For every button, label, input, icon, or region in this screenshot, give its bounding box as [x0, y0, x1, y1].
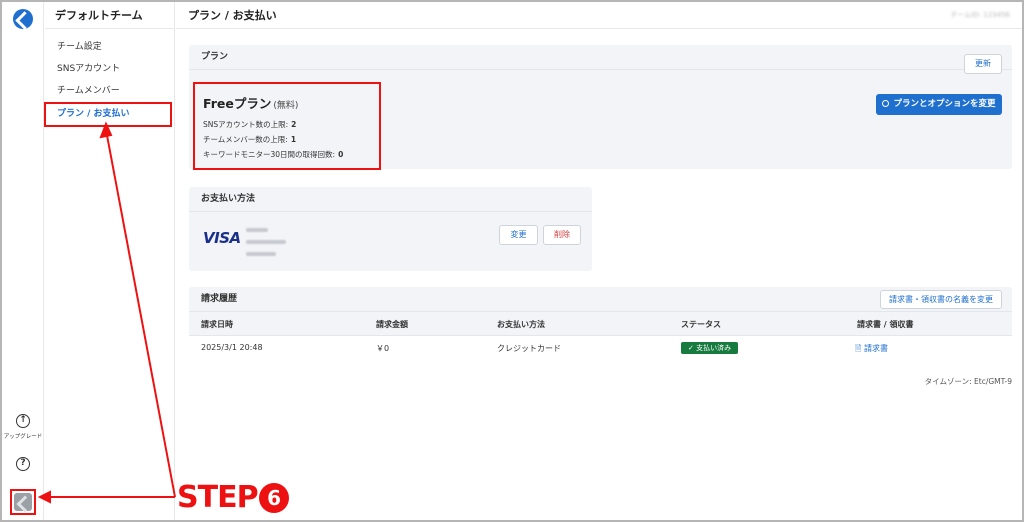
- row-amount: ￥0: [376, 344, 390, 353]
- plan-limit-sns: SNSアカウント数の上限: 2: [203, 120, 297, 129]
- check-icon: ✓: [688, 344, 697, 352]
- app-logo-icon[interactable]: [13, 9, 33, 29]
- row-date: 2025/3/1 20:48: [201, 343, 263, 352]
- billing-history-card: 請求履歴 請求書・領収書の名義を変更 請求日時 請求金額 お支払い方法 ステータ…: [189, 287, 1012, 359]
- change-plan-label: プランとオプションを変更: [893, 99, 996, 109]
- team-name: デフォルトチーム: [45, 2, 174, 29]
- document-icon: 🗎: [855, 344, 862, 353]
- sidebar-item-team-members[interactable]: チームメンバー: [45, 80, 174, 102]
- upgrade-button[interactable]: ↑ アップグレード: [2, 414, 44, 440]
- step-text: STEP: [177, 480, 259, 515]
- plan-summary-highlight: Freeプラン (無料) SNSアカウント数の上限: 2 チームメンバー数の上限: 1…: [193, 82, 381, 170]
- step-annotation: STEP 6: [177, 480, 289, 515]
- payment-method-card: お支払い方法 VISA 変更 削除: [189, 187, 592, 271]
- sidebar-item-plan-payment[interactable]: プラン / お支払い: [44, 102, 172, 127]
- column-header-method: お支払い方法: [497, 320, 545, 329]
- plan-limit-keyword: キーワードモニター30日間の取得回数: 0: [203, 150, 344, 159]
- arrow-circle-icon: [882, 100, 890, 107]
- table-row: 2025/3/1 20:48 ￥0 クレジットカード ✓ 支払い済み 🗎 請求書: [189, 335, 1012, 359]
- timezone-label: タイムゾーン: Etc/GMT-9: [924, 377, 1012, 386]
- status-badge: ✓ 支払い済み: [681, 342, 739, 354]
- sidebar-item-team-settings[interactable]: チーム設定: [45, 36, 174, 58]
- card-expiry-masked: [246, 252, 276, 256]
- upgrade-label: アップグレード: [3, 434, 43, 440]
- plan-price-label: (無料): [273, 101, 299, 111]
- settings-sidebar: デフォルトチーム チーム設定 SNSアカウント チームメンバー プラン / お支…: [44, 2, 175, 520]
- step-number: 6: [258, 483, 289, 513]
- rename-invoice-button[interactable]: 請求書・領収書の名義を変更: [880, 290, 1002, 309]
- status-label: 支払い済み: [696, 344, 732, 352]
- change-payment-button[interactable]: 変更: [499, 225, 538, 245]
- plan-name: Freeプラン (無料): [203, 93, 298, 112]
- avatar: [14, 493, 32, 511]
- row-method: クレジットカード: [497, 344, 561, 353]
- visa-logo-icon: VISA: [203, 229, 241, 247]
- account-id: チームID: 123456: [950, 11, 1010, 19]
- change-plan-button[interactable]: プランとオプションを変更: [876, 94, 1002, 115]
- plan-name-label: Freeプラン: [203, 96, 272, 111]
- delete-payment-button[interactable]: 削除: [543, 225, 581, 245]
- plan-heading: プラン: [189, 45, 1012, 70]
- invoice-label: 請求書: [863, 344, 888, 353]
- update-button[interactable]: 更新: [964, 54, 1002, 74]
- plan-heading-label: プラン: [201, 52, 229, 62]
- column-header-invoice: 請求書 / 領収書: [857, 320, 914, 329]
- history-table-header: 請求日時 請求金額 お支払い方法 ステータス 請求書 / 領収書: [189, 313, 1012, 334]
- page-header: プラン / お支払い チームID: 123456: [176, 2, 1022, 29]
- column-header-date: 請求日時: [201, 320, 233, 329]
- page-title: プラン / お支払い: [188, 9, 277, 22]
- settings-nav: チーム設定 SNSアカウント チームメンバー プラン / お支払い: [44, 29, 174, 127]
- question-circle-icon: ?: [16, 457, 30, 471]
- help-button[interactable]: ?: [16, 457, 30, 471]
- arrow-up-circle-icon: ↑: [16, 414, 30, 428]
- plan-limit-members: チームメンバー数の上限: 1: [203, 135, 297, 144]
- sidebar-item-sns-accounts[interactable]: SNSアカウント: [45, 58, 174, 80]
- card-holder-masked: [246, 240, 286, 244]
- column-header-status: ステータス: [681, 320, 721, 329]
- app-rail: ↑ アップグレード ?: [2, 2, 44, 520]
- card-number-masked: [246, 228, 268, 232]
- plan-card: プラン 更新 Freeプラン (無料) SNSアカウント数の上限: 2 チームメンバ…: [189, 45, 1012, 170]
- account-avatar-button[interactable]: [10, 489, 36, 515]
- invoice-link[interactable]: 🗎 請求書: [855, 343, 888, 357]
- column-header-amount: 請求金額: [376, 320, 408, 329]
- payment-heading: お支払い方法: [189, 187, 592, 212]
